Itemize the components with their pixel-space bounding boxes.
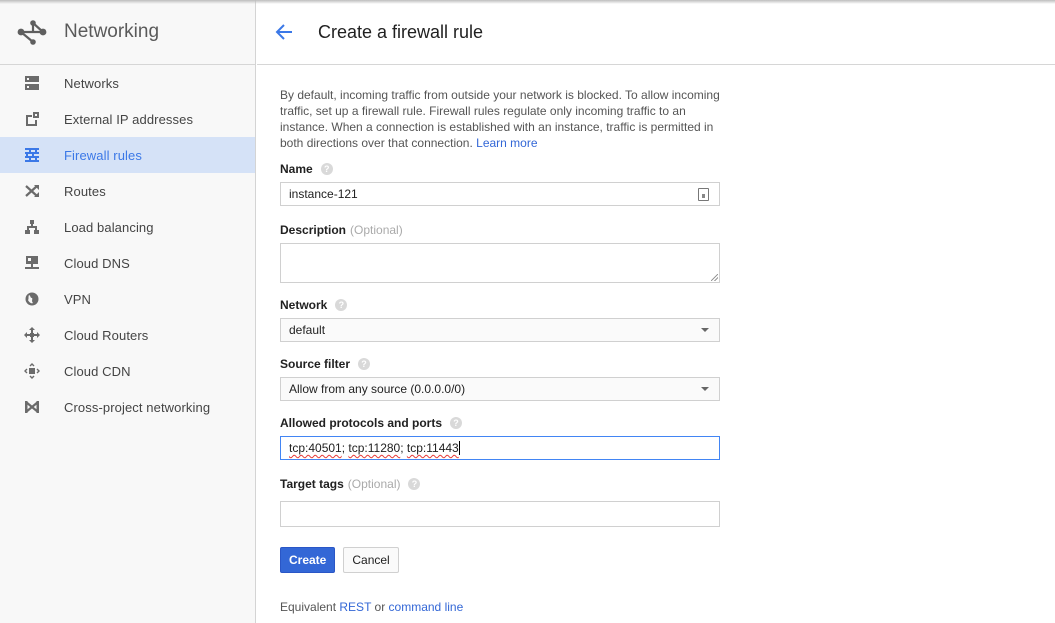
equivalent-prefix: Equivalent: [280, 600, 337, 614]
optional-hint: (Optional): [350, 223, 403, 237]
protocols-input[interactable]: tcp:40501; tcp:11280; tcp:11443: [280, 436, 720, 460]
intro-text: By default, incoming traffic from outsid…: [280, 87, 720, 151]
routes-icon: [24, 183, 40, 199]
sidebar-item-label: Cloud DNS: [64, 255, 130, 271]
help-icon[interactable]: ?: [335, 299, 348, 311]
page-title: Create a firewall rule: [318, 21, 484, 42]
sidebar-item-firewall-rules[interactable]: Firewall rules: [0, 137, 255, 173]
cloud-routers-icon: [24, 327, 40, 343]
network-label-text: Network: [280, 298, 328, 312]
sidebar-nav: Networks External IP addresses Firewall …: [0, 65, 255, 425]
name-label: Name ?: [280, 161, 720, 177]
description-label-text: Description: [280, 223, 347, 237]
protocols-label-text: Allowed protocols and ports: [280, 416, 443, 430]
page-header: Create a firewall rule: [257, 0, 1055, 65]
or-text: or: [374, 600, 386, 614]
network-select-value: default: [289, 323, 326, 337]
sidebar-item-label: Firewall rules: [64, 147, 142, 163]
chevron-down-icon: [701, 328, 709, 332]
external-ip-icon: [24, 111, 40, 127]
sidebar-item-cloud-cdn[interactable]: Cloud CDN: [0, 353, 255, 389]
equivalent-links: Equivalent REST or command line: [280, 600, 720, 614]
sidebar-item-label: VPN: [64, 291, 92, 307]
firewall-icon: [24, 147, 40, 163]
help-icon[interactable]: ?: [358, 358, 371, 370]
sidebar-item-cloud-routers[interactable]: Cloud Routers: [0, 317, 255, 353]
networking-logo-icon: [17, 20, 47, 45]
cross-project-icon: [24, 399, 40, 415]
network-label: Network ?: [280, 297, 720, 313]
sidebar-item-load-balancing[interactable]: Load balancing: [0, 209, 255, 245]
create-button[interactable]: Create: [280, 547, 336, 573]
firewall-form: By default, incoming traffic from outsid…: [257, 65, 720, 614]
protocol-port-token: tcp:40501: [289, 441, 342, 455]
rest-link[interactable]: REST: [339, 600, 371, 614]
top-shadow: [0, 0, 1055, 4]
learn-more-link[interactable]: Learn more: [476, 136, 537, 150]
sidebar-item-label: Routes: [64, 183, 106, 199]
chevron-down-icon: [701, 387, 709, 391]
sidebar-item-label: External IP addresses: [64, 111, 194, 127]
sidebar-item-label: Cloud CDN: [64, 363, 131, 379]
arrow-left-icon: [275, 24, 292, 40]
networks-icon: [24, 75, 40, 91]
main-panel: Create a firewall rule By default, incom…: [257, 0, 1055, 623]
target-tags-label-text: Target tags: [280, 477, 344, 491]
target-tags-input[interactable]: [280, 501, 720, 527]
load-balancing-icon: [24, 219, 40, 235]
sidebar-item-vpn[interactable]: VPN: [0, 281, 255, 317]
name-input[interactable]: instance-121: [280, 182, 720, 206]
source-filter-label-text: Source filter: [280, 357, 351, 371]
command-line-link[interactable]: command line: [389, 600, 464, 614]
sidebar-item-label: Load balancing: [64, 219, 154, 235]
target-tags-label: Target tags (Optional) ?: [280, 476, 720, 492]
sidebar-item-routes[interactable]: Routes: [0, 173, 255, 209]
help-icon[interactable]: ?: [408, 478, 421, 490]
source-filter-select[interactable]: Allow from any source (0.0.0.0/0): [280, 377, 720, 401]
resize-handle-icon[interactable]: [711, 274, 718, 281]
form-actions: Create Cancel: [280, 547, 720, 573]
vpn-icon: [24, 291, 40, 307]
separator: ;: [341, 441, 349, 455]
sidebar-item-cloud-dns[interactable]: Cloud DNS: [0, 245, 255, 281]
protocol-port-token: tcp:11443: [406, 441, 459, 455]
sidebar-item-label: Cross-project networking: [64, 399, 211, 415]
help-icon[interactable]: ?: [450, 417, 463, 429]
sidebar-item-networks[interactable]: Networks: [0, 65, 255, 101]
sidebar-item-label: Cloud Routers: [64, 327, 149, 343]
description-textarea[interactable]: [280, 243, 720, 283]
protocol-port-token: tcp:11280: [348, 441, 401, 455]
back-button[interactable]: [275, 22, 295, 42]
sidebar-header: Networking: [0, 0, 255, 65]
optional-hint: (Optional): [347, 477, 401, 491]
sidebar-item-label: Networks: [64, 75, 119, 91]
source-filter-label: Source filter ?: [280, 356, 720, 372]
separator: ;: [400, 441, 407, 455]
network-select[interactable]: default: [280, 318, 720, 342]
name-label-text: Name: [280, 162, 313, 176]
text-cursor: [458, 441, 460, 455]
description-label: Description (Optional): [280, 222, 720, 238]
sidebar-title: Networking: [64, 21, 160, 42]
cancel-button[interactable]: Cancel: [343, 547, 399, 573]
name-input-value: instance-121: [289, 187, 358, 201]
sidebar-item-cross-project-networking[interactable]: Cross-project networking: [0, 389, 255, 425]
protocols-label: Allowed protocols and ports ?: [280, 415, 720, 431]
sidebar: Networking Networks External IP addresse…: [0, 0, 256, 623]
cloud-dns-icon: [24, 255, 40, 271]
sidebar-item-external-ip-addresses[interactable]: External IP addresses: [0, 101, 255, 137]
cloud-cdn-icon: [24, 363, 40, 379]
contact-card-icon[interactable]: [698, 188, 709, 201]
help-icon[interactable]: ?: [320, 163, 333, 175]
source-filter-select-value: Allow from any source (0.0.0.0/0): [289, 382, 466, 396]
